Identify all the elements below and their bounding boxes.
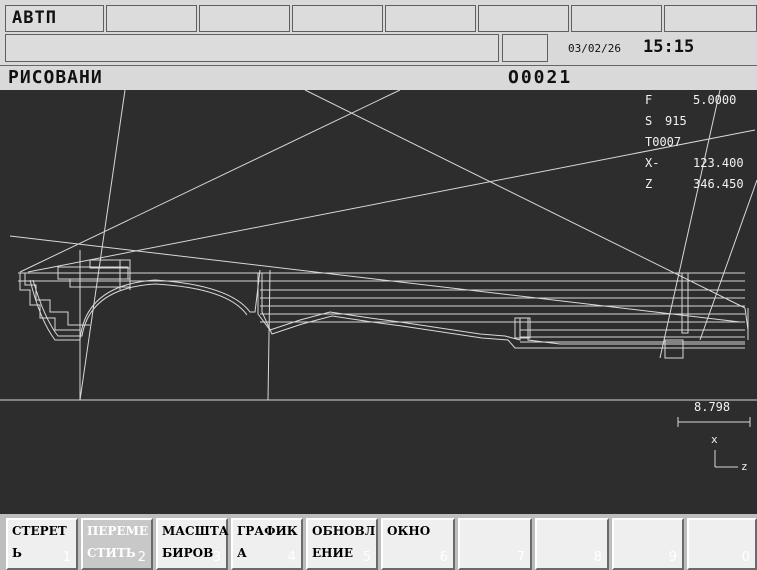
softkey-label: ПЕРЕМЕ: [87, 524, 149, 538]
softkey-refresh[interactable]: ОБНОВЛ ЕНИЕ 5: [306, 518, 378, 570]
softkey-label: СТИТЬ: [87, 546, 136, 560]
softkey-label: ОКНО: [387, 524, 431, 538]
spindle-value: 915: [665, 114, 687, 128]
status-cell: [664, 5, 757, 32]
softkey-label: А: [237, 546, 247, 560]
softkey-label: СТЕРЕТ: [12, 524, 67, 538]
tool-path-drawing: [0, 90, 757, 468]
status-cell: [571, 5, 662, 32]
axis-z-label: z: [741, 460, 748, 473]
status-cell: [478, 5, 569, 32]
softkey-window[interactable]: ОКНО 6: [381, 518, 455, 570]
softkey-graphic[interactable]: ГРАФИК А 4: [231, 518, 303, 570]
mode-indicator: АВТП: [5, 5, 104, 32]
tool-number: T0007: [645, 135, 682, 149]
spindle-label: S: [645, 114, 653, 128]
tool-path-canvas[interactable]: F 5.0000 S 915 T0007 X- 123.400 Z 346.45…: [0, 90, 757, 514]
tool-path-line: [664, 339, 684, 359]
status-cell: [292, 5, 383, 32]
softkey-label: Ь: [12, 546, 22, 560]
softkey-number: 0: [741, 550, 750, 565]
softkey-move[interactable]: ПЕРЕМЕ СТИТЬ 2: [81, 518, 153, 570]
softkey-8[interactable]: 8: [535, 518, 609, 570]
softkey-label: БИРОВ: [162, 546, 214, 560]
time-display: 15:15: [643, 37, 695, 57]
tool-path-line: [69, 278, 131, 288]
softkey-number: 5: [362, 550, 371, 565]
message-indicator: [502, 34, 548, 62]
softkey-label: ЕНИЕ: [312, 546, 353, 560]
softkey-number: 3: [212, 550, 221, 565]
softkey-label: ОБНОВЛ: [312, 524, 376, 538]
softkey-bar: СТЕРЕТ Ь 1 ПЕРЕМЕ СТИТЬ 2 МАСШТА БИРОВ 3…: [0, 514, 757, 570]
mode-label: АВТП: [12, 8, 57, 28]
scale-value: 8.798: [694, 400, 731, 414]
softkey-number: 7: [516, 550, 525, 565]
date-display: 03/02/26: [568, 42, 621, 55]
tool-path-line: [19, 90, 401, 273]
softkey-number: 1: [62, 550, 71, 565]
tool-path-line: [257, 273, 745, 345]
x-label: X-: [645, 156, 660, 170]
tool-path-line: [32, 279, 248, 337]
softkey-number: 8: [593, 550, 602, 565]
position-readout: F 5.0000 S 915 T0007 X- 123.400 Z 346.45…: [645, 93, 755, 203]
status-cell: [106, 5, 197, 32]
softkey-0[interactable]: 0: [687, 518, 757, 570]
softkey-erase[interactable]: СТЕРЕТ Ь 1: [6, 518, 78, 570]
screen-title: РИСОВАНИ: [8, 67, 103, 88]
softkey-scale[interactable]: МАСШТА БИРОВ 3: [156, 518, 229, 570]
softkey-9[interactable]: 9: [612, 518, 684, 570]
z-label: Z: [645, 177, 653, 191]
softkey-number: 4: [287, 550, 296, 565]
softkey-label: МАСШТА: [162, 524, 229, 538]
axis-x-label: x: [711, 433, 718, 446]
tool-path-line: [681, 272, 689, 334]
softkey-number: 2: [137, 550, 146, 565]
message-line: [5, 34, 499, 62]
softkey-label: ГРАФИК: [237, 524, 298, 538]
feed-value: 5.0000: [693, 93, 737, 107]
softkey-number: 6: [439, 550, 448, 565]
title-bar: РИСОВАНИ O0021: [0, 65, 757, 90]
status-cell: [199, 5, 290, 32]
softkey-7[interactable]: 7: [458, 518, 532, 570]
x-value: 123.400: [693, 156, 744, 170]
status-cell: [385, 5, 476, 32]
program-number: O0021: [508, 67, 573, 88]
softkey-number: 9: [668, 550, 677, 565]
feed-label: F: [645, 93, 653, 107]
z-value: 346.450: [693, 177, 744, 191]
